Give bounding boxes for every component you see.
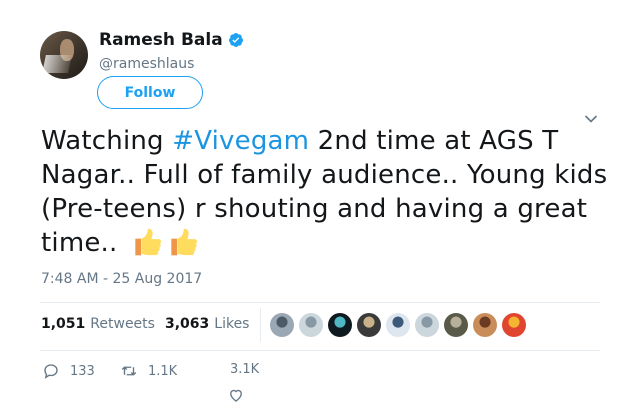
thumbs-up-emoji [171,228,198,256]
reply-icon [44,364,58,379]
reply-button[interactable]: 133 [42,362,95,380]
liker-avatar-8[interactable] [473,313,497,337]
liker-avatar-4[interactable] [357,313,381,337]
author-name-row[interactable]: Ramesh Bala [99,30,244,50]
likes-count[interactable]: 3,063 [165,316,209,332]
likes-label[interactable]: Likes [214,316,249,332]
stats-separator [260,308,261,342]
liker-avatar-9[interactable] [502,313,526,337]
thumbs-up-emoji [135,228,162,256]
tweet-timestamp[interactable]: 7:48 AM - 25 Aug 2017 [41,271,202,287]
hashtag-link[interactable]: #Vivegam [172,126,309,156]
retweet-button[interactable]: 1.1K [120,362,177,380]
divider-bottom [40,350,600,351]
retweet-count: 1.1K [148,363,178,379]
liker-avatar-2[interactable] [299,313,323,337]
divider-top [40,302,600,303]
like-count-label[interactable]: 3.1K [230,362,259,377]
retweets-label[interactable]: Retweets [90,316,155,332]
reply-count: 133 [70,363,95,379]
liker-avatar-6[interactable] [415,313,439,337]
liker-avatar-5[interactable] [386,313,410,337]
like-count: 3.1K [230,362,260,377]
like-button[interactable] [227,386,255,404]
liker-avatars [270,313,526,337]
chevron-down-icon[interactable] [584,114,598,124]
heart-icon [230,389,242,402]
author-name[interactable]: Ramesh Bala [99,30,223,50]
liker-avatar-7[interactable] [444,313,468,337]
retweets-count[interactable]: 1,051 [41,316,85,332]
author-avatar[interactable] [40,31,88,79]
tweet-text-start: Watching [41,126,173,156]
verified-badge-icon [228,33,243,47]
engagement-stats: 1,051 Retweets 3,063 Likes [41,316,249,332]
author-handle[interactable]: @rameshlaus [99,56,194,72]
follow-button[interactable]: Follow [97,76,203,109]
tweet-text: Watching #Vivegam 2nd time at AGS T Naga… [41,124,616,260]
tweet-actions: 133 1.1K 3.1K [0,362,640,402]
liker-avatar-1[interactable] [270,313,294,337]
liker-avatar-3[interactable] [328,313,352,337]
retweet-icon [121,366,137,376]
